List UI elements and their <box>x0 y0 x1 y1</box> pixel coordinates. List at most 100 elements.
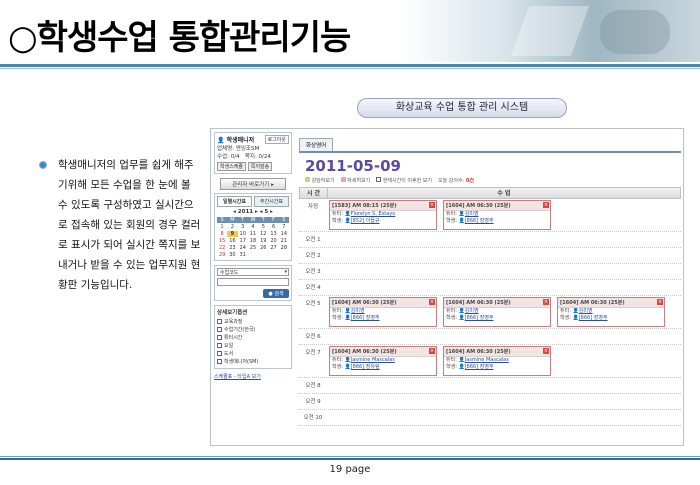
calendar-day[interactable]: 2 <box>227 224 237 230</box>
calendar-day[interactable]: 26 <box>258 245 268 251</box>
class-card[interactable]: [1604] AM 06:30 (25분) × 튜터: 👤Jasmine Masca… <box>443 346 551 376</box>
student-name[interactable]: [866] 장유림 <box>351 364 380 370</box>
calendar-nav[interactable]: ◂ 2011 ▸ ◂ 5 ▸ <box>217 209 289 215</box>
class-time: [1604] AM 06:30 (25분) <box>560 300 625 306</box>
calendar-day[interactable]: 25 <box>248 245 258 251</box>
tutor-name[interactable]: Jasmine Mascalas <box>351 357 395 363</box>
filter-label: 튜터시간 <box>224 335 243 341</box>
calendar-day[interactable]: 5 <box>258 224 268 230</box>
class-card[interactable]: [1604] AM 06:30 (25분) × 튜터: 👤Jasmine Masca… <box>329 346 437 376</box>
calendar-day[interactable]: 17 <box>238 238 248 244</box>
calendar-day[interactable]: 20 <box>268 238 278 244</box>
checkbox[interactable] <box>217 359 222 364</box>
calendar-day[interactable]: 15 <box>217 238 227 244</box>
calendar-day[interactable]: 29 <box>217 252 227 258</box>
filter-option[interactable]: 요일 <box>217 342 289 349</box>
filter-option[interactable]: 학생매니저(SM) <box>217 358 289 365</box>
tutor-name[interactable]: 김미영 <box>465 211 479 217</box>
close-icon[interactable]: × <box>543 348 549 354</box>
close-icon[interactable]: × <box>429 299 435 305</box>
calendar-day[interactable]: 22 <box>217 245 227 251</box>
calendar-day[interactable]: 16 <box>227 238 237 244</box>
calendar-day[interactable]: 12 <box>258 231 268 237</box>
student-name[interactable]: [866] 장영주 <box>579 315 608 321</box>
calendar-day[interactable]: 30 <box>227 252 237 258</box>
admin-shortcut-button[interactable]: 관리자 바로가기 ▸ <box>220 178 286 190</box>
student-name[interactable]: [852] 이듭규 <box>351 218 380 224</box>
class-card[interactable]: [1604] AM 06:30 (25분) × 튜터: 👤김미영 학생: 👤[866]… <box>329 297 437 327</box>
time-label: 오전 3 <box>305 269 321 275</box>
schedule-row: 오전 3 <box>299 264 681 280</box>
current-time-checkbox[interactable] <box>376 177 382 182</box>
student-name[interactable]: [866] 장영주 <box>465 315 494 321</box>
filter-option[interactable]: 수업기간(한국) <box>217 326 289 333</box>
class-card[interactable]: [1604] AM 06:30 (25분) × 튜터: 👤김미영 학생: 👤[866]… <box>443 297 551 327</box>
weekday-label: T <box>258 217 269 223</box>
send-note-button[interactable]: 쪽지발송 <box>247 162 273 171</box>
calendar-day[interactable]: 6 <box>268 224 278 230</box>
time-label: 자정 <box>307 204 319 210</box>
class-code-select[interactable]: 수업코드 <box>217 268 289 276</box>
filter-label: 교육과정 <box>224 319 243 325</box>
calendar-day[interactable]: 28 <box>279 245 289 251</box>
calendar-day[interactable]: 11 <box>248 231 258 237</box>
search-button[interactable]: ● 검색 <box>263 289 289 298</box>
student-line: 학생: 👤[866] 장영주 <box>446 364 494 370</box>
calendar-day[interactable]: 10 <box>238 231 248 237</box>
class-card[interactable]: [1604] AM 06:30 (25분) × 튜터: 👤김미영 학생: 👤[866]… <box>557 297 665 327</box>
filter-option[interactable]: 튜터시간 <box>217 334 289 341</box>
close-icon[interactable]: × <box>543 202 549 208</box>
checkbox[interactable] <box>217 335 222 340</box>
calendar-day[interactable]: 31 <box>238 252 248 258</box>
calendar-day[interactable]: 24 <box>238 245 248 251</box>
student-schedule-button[interactable]: 학생스케쥴 <box>217 162 247 171</box>
student-name[interactable]: [866] 장영주 <box>351 315 380 321</box>
calendar-day[interactable]: 7 <box>279 224 289 230</box>
footer-divider <box>0 458 700 460</box>
calendar-day[interactable]: 14 <box>279 231 289 237</box>
class-card[interactable]: [1604] AM 06:30 (25분) × 튜터: 👤김미영 학생: 👤[866]… <box>443 200 551 230</box>
tutor-name[interactable]: 김미영 <box>579 308 593 314</box>
checkbox[interactable] <box>217 327 222 332</box>
logout-button[interactable]: 로그아웃 <box>264 135 289 144</box>
tab-daily[interactable]: 일별시간표 <box>217 196 252 207</box>
class-card[interactable]: [1583] AM 08:15 (25분) × 튜터: 👤Florelyn S. E… <box>329 200 437 230</box>
close-icon[interactable]: × <box>429 202 435 208</box>
close-icon[interactable]: × <box>429 348 435 354</box>
close-icon[interactable]: × <box>657 299 663 305</box>
close-icon[interactable]: × <box>543 299 549 305</box>
calendar-day[interactable]: 1 <box>217 224 227 230</box>
calendar-day[interactable]: 21 <box>279 238 289 244</box>
tutor-name[interactable]: Florelyn S. Estayo <box>351 211 396 217</box>
filter-option[interactable]: 도서 <box>217 350 289 357</box>
student-name[interactable]: [866] 장영주 <box>465 364 494 370</box>
filter-option[interactable]: 교육과정 <box>217 318 289 325</box>
calendar-day[interactable]: 13 <box>268 231 278 237</box>
time-column-header: 시 간 <box>300 188 328 198</box>
calendar-day[interactable]: 23 <box>227 245 237 251</box>
calendar-day[interactable]: 8 <box>217 231 227 237</box>
tutor-name[interactable]: 김미영 <box>465 308 479 314</box>
schedule-type-a-link[interactable]: 스케쥴표 - 타입A 보기 <box>214 373 292 380</box>
student-name[interactable]: [866] 장영주 <box>465 218 494 224</box>
view-options: 강당하보기 자세히보기 현재시간이 이후한 보기 오늘 강의수: 0건 <box>305 177 675 184</box>
calendar-day[interactable]: 4 <box>248 224 258 230</box>
calendar-day[interactable]: 9 <box>227 231 238 237</box>
checkbox[interactable] <box>217 319 222 324</box>
tutor-name[interactable]: Jasmine Mascalas <box>465 357 509 363</box>
calendar-day[interactable]: 18 <box>248 238 258 244</box>
calendar-day[interactable]: 19 <box>258 238 268 244</box>
time-label: 오전 7 <box>305 350 321 356</box>
left-panel: 로그아웃 👤 학생매니저 업체명: 엔잉조SM 수업: 0/4 쪽지: 0/24… <box>214 132 292 437</box>
checkbox[interactable] <box>217 343 222 348</box>
tab-weekly[interactable]: 주간시간표 <box>254 196 289 207</box>
tutor-line: 튜터: 👤김미영 <box>446 211 479 217</box>
checkbox[interactable] <box>217 351 222 356</box>
tutor-name[interactable]: 김미영 <box>351 308 365 314</box>
calendar-day[interactable]: 3 <box>238 224 248 230</box>
tab-video-english[interactable]: 화상영어 <box>299 138 334 151</box>
search-input[interactable] <box>217 278 289 286</box>
calendar-day[interactable]: 27 <box>268 245 278 251</box>
weekday-label: F <box>268 217 279 223</box>
time-label: 오전 1 <box>305 237 321 243</box>
